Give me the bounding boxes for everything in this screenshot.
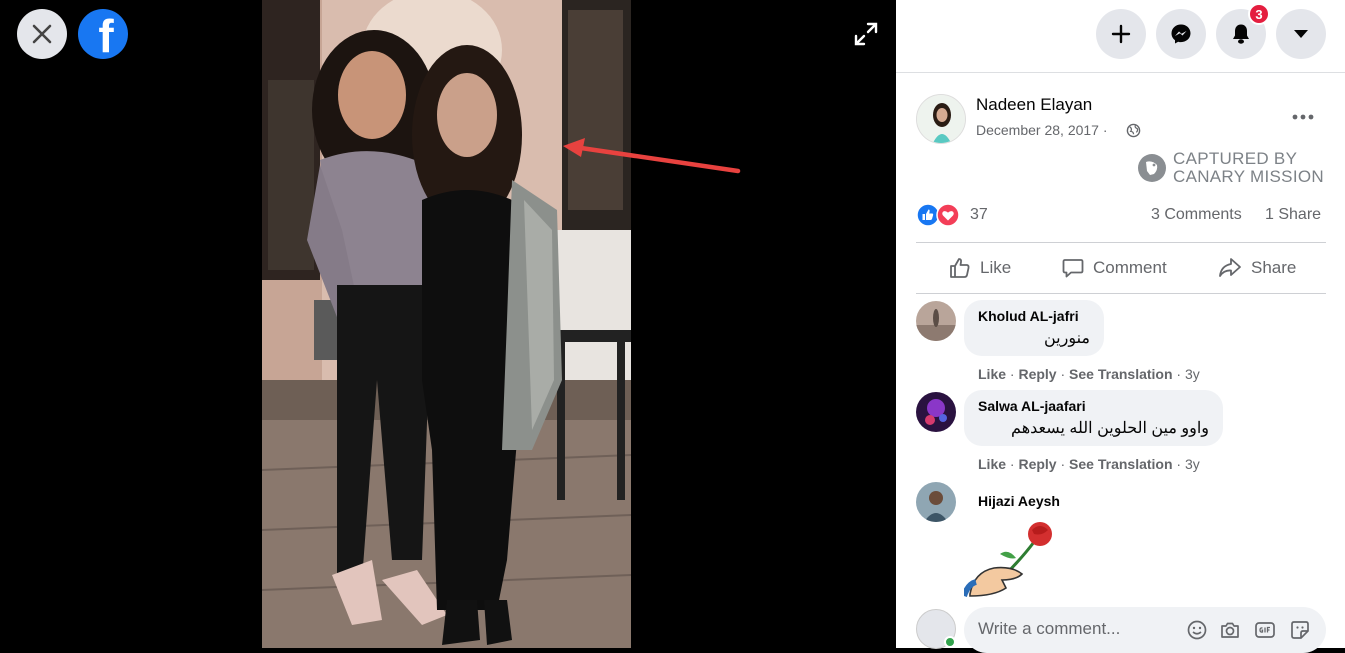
online-status-dot bbox=[944, 636, 956, 648]
see-translation-link[interactable]: See Translation bbox=[1069, 456, 1172, 472]
comment-age[interactable]: 3y bbox=[1185, 456, 1200, 472]
notifications-button[interactable]: 3 bbox=[1216, 3, 1270, 59]
canary-mission-logo-icon bbox=[1138, 154, 1166, 182]
close-icon bbox=[32, 24, 52, 44]
annotation-arrow bbox=[563, 138, 741, 174]
share-icon bbox=[1219, 258, 1241, 277]
post-photo bbox=[262, 0, 631, 648]
commenter-avatar[interactable] bbox=[916, 392, 956, 432]
gif-icon[interactable] bbox=[1254, 619, 1276, 641]
comment-button[interactable]: Comment bbox=[1061, 252, 1167, 284]
facebook-logo[interactable]: f bbox=[78, 9, 128, 59]
commenter-avatar-image bbox=[916, 482, 956, 522]
watermark: CAPTURED BY CANARY MISSION bbox=[1137, 150, 1324, 186]
facebook-f-icon: f bbox=[98, 10, 114, 59]
author-avatar-image bbox=[917, 95, 965, 143]
commenter-name[interactable]: Hijazi Aeysh bbox=[978, 493, 1060, 509]
close-button[interactable] bbox=[17, 9, 67, 59]
account-menu-button[interactable] bbox=[1276, 9, 1326, 59]
emoji-icon[interactable] bbox=[1186, 619, 1208, 641]
like-label: Like bbox=[980, 258, 1012, 277]
share-button[interactable]: Share bbox=[1217, 252, 1296, 284]
comment-like-link[interactable]: Like bbox=[978, 456, 1006, 472]
author-avatar[interactable] bbox=[916, 94, 966, 144]
commenter-name[interactable]: Salwa AL-jaafari bbox=[978, 398, 1209, 414]
messenger-button[interactable] bbox=[1156, 9, 1206, 59]
thumbs-up-icon bbox=[950, 258, 970, 278]
reaction-count: 37 bbox=[970, 206, 988, 223]
create-button[interactable] bbox=[1096, 9, 1146, 59]
rose-sticker bbox=[964, 522, 1052, 598]
comment-text: واوو مين الحلوين الله يسعدهم bbox=[1011, 420, 1209, 437]
sticker-icon[interactable] bbox=[1289, 619, 1311, 641]
post-date[interactable]: December 28, 2017 · bbox=[976, 122, 1108, 138]
plus-icon bbox=[1111, 24, 1131, 44]
comment-actions: Like · Reply · See Translation · 3y bbox=[978, 456, 1200, 472]
fullscreen-icon[interactable] bbox=[852, 20, 880, 48]
shares-count[interactable]: 1 Share bbox=[1265, 206, 1321, 224]
divider bbox=[916, 242, 1326, 243]
caret-down-icon bbox=[1294, 30, 1308, 38]
comment-reply-link[interactable]: Reply bbox=[1018, 366, 1056, 382]
comment-icon bbox=[1062, 259, 1084, 278]
divider bbox=[916, 293, 1326, 294]
commenter-avatar-image bbox=[916, 392, 956, 432]
commenter-name[interactable]: Kholud AL-jafri bbox=[978, 308, 1090, 324]
camera-icon[interactable] bbox=[1219, 619, 1241, 641]
post-sidebar: 3 Nadeen Elayan December 28, 2017 · CAPT… bbox=[896, 0, 1345, 653]
globe-icon bbox=[1126, 123, 1141, 138]
messenger-icon bbox=[1171, 24, 1191, 44]
commenter-avatar[interactable] bbox=[916, 482, 956, 522]
watermark-line-2: CANARY MISSION bbox=[1173, 167, 1324, 186]
comment-like-link[interactable]: Like bbox=[978, 366, 1006, 382]
comment-bubble: Salwa AL-jaafari واوو مين الحلوين الله ي… bbox=[964, 390, 1223, 446]
photo-illustration bbox=[262, 0, 631, 648]
reactions-summary[interactable]: 37 bbox=[916, 203, 988, 227]
comment-text: منورين bbox=[1043, 330, 1090, 347]
top-bar: 3 bbox=[896, 0, 1345, 73]
more-options-icon[interactable] bbox=[1289, 103, 1317, 131]
commenter-avatar-image bbox=[916, 301, 956, 341]
comment-bubble: Kholud AL-jafri منورين bbox=[964, 300, 1104, 356]
commenter-avatar[interactable] bbox=[916, 301, 956, 341]
love-reaction-icon bbox=[936, 203, 960, 227]
comments-count[interactable]: 3 Comments bbox=[1151, 206, 1242, 224]
like-button[interactable]: Like bbox=[948, 252, 1011, 284]
photo-viewer: f bbox=[0, 0, 896, 648]
comment-input[interactable]: Write a comment... bbox=[978, 619, 1120, 639]
comment-reply-link[interactable]: Reply bbox=[1018, 456, 1056, 472]
bell-icon bbox=[1233, 24, 1249, 44]
comment-actions: Like · Reply · See Translation · 3y bbox=[978, 366, 1200, 382]
comment-age[interactable]: 3y bbox=[1185, 366, 1200, 382]
see-translation-link[interactable]: See Translation bbox=[1069, 366, 1172, 382]
notification-badge: 3 bbox=[1248, 3, 1270, 25]
share-label: Share bbox=[1251, 258, 1297, 277]
comment-label: Comment bbox=[1093, 258, 1167, 277]
watermark-line-1: CAPTURED BY bbox=[1173, 149, 1298, 168]
comment-composer[interactable]: Write a comment... bbox=[964, 607, 1326, 653]
author-name[interactable]: Nadeen Elayan bbox=[976, 95, 1092, 115]
